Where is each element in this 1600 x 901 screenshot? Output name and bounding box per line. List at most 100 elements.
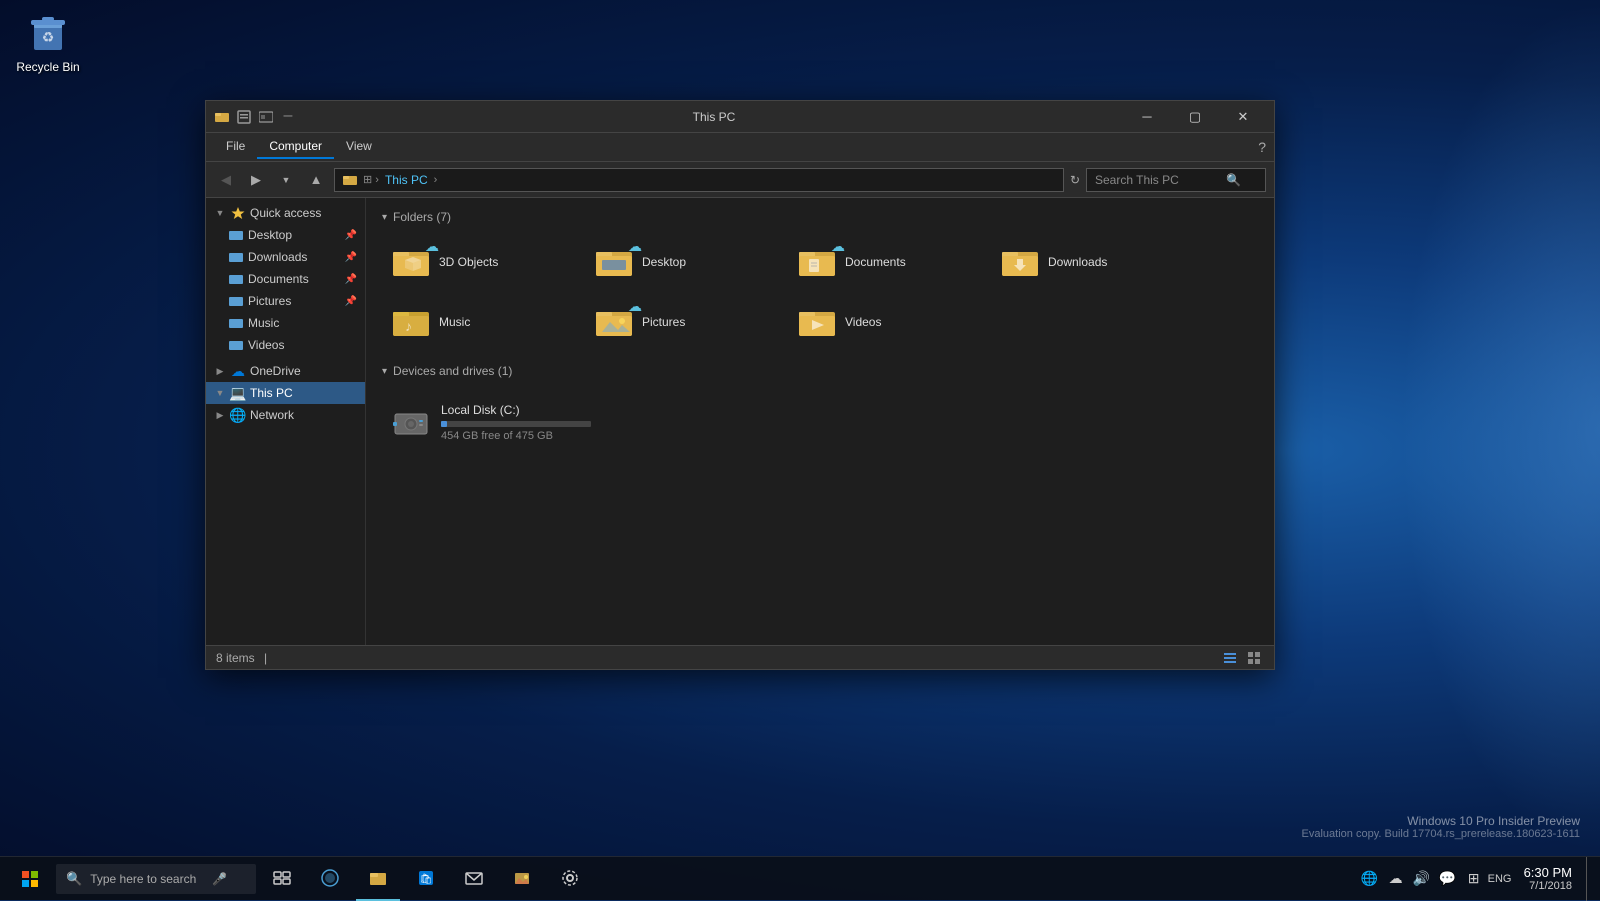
recycle-bin-label: Recycle Bin bbox=[16, 60, 79, 74]
tray-tablet-icon[interactable]: ⊞ bbox=[1464, 857, 1484, 901]
address-bar: ◀ ▶ ▼ ▲ ⊞ › This PC › ↻ Search This PC 🔍 bbox=[206, 162, 1274, 198]
downloads-folder-svg bbox=[1000, 242, 1040, 282]
taskbar-settings-button[interactable] bbox=[548, 857, 592, 901]
tiles-view-icon bbox=[1247, 651, 1261, 665]
folder-desktop-label: Desktop bbox=[642, 255, 686, 269]
quick-access-expand-icon: ▼ bbox=[214, 207, 226, 219]
taskbar-search[interactable]: 🔍 Type here to search 🎤 bbox=[56, 864, 256, 894]
tab-computer[interactable]: Computer bbox=[257, 135, 334, 159]
items-count-label: 8 items bbox=[216, 651, 255, 665]
details-view-icon bbox=[1223, 651, 1237, 665]
sidebar-pictures-label: Pictures bbox=[248, 294, 291, 308]
drive-c-name: Local Disk (C:) bbox=[441, 403, 593, 417]
clock-time: 6:30 PM bbox=[1524, 865, 1572, 880]
folder-item-downloads[interactable]: Downloads bbox=[991, 236, 1186, 288]
window-controls: ─ ▢ ✕ bbox=[1124, 101, 1266, 133]
tab-view[interactable]: View bbox=[334, 135, 384, 159]
recycle-bin-desktop-icon[interactable]: ♻ Recycle Bin bbox=[8, 8, 88, 74]
start-button[interactable] bbox=[8, 857, 52, 901]
folder-item-pictures[interactable]: ☁ Pictures bbox=[585, 296, 780, 348]
sidebar-videos-label: Videos bbox=[248, 338, 284, 352]
address-input[interactable]: ⊞ › This PC › bbox=[334, 168, 1064, 192]
music-folder-svg: ♪ bbox=[391, 302, 431, 342]
sidebar-item-desktop[interactable]: Desktop 📌 bbox=[206, 224, 365, 246]
sidebar-desktop-label: Desktop bbox=[248, 228, 292, 242]
back-button[interactable]: ◀ bbox=[214, 168, 238, 192]
search-box[interactable]: Search This PC 🔍 bbox=[1086, 168, 1266, 192]
sidebar-item-this-pc[interactable]: ▼ 💻 This PC bbox=[206, 382, 365, 404]
drives-grid: Local Disk (C:) 454 GB free of 475 GB bbox=[382, 390, 1258, 454]
tray-language-icon[interactable]: ENG bbox=[1490, 857, 1510, 901]
folder-item-documents[interactable]: ☁ Documents bbox=[788, 236, 983, 288]
tiles-view-button[interactable] bbox=[1244, 649, 1264, 667]
sidebar-onedrive-label: OneDrive bbox=[250, 364, 301, 378]
task-view-button[interactable] bbox=[260, 857, 304, 901]
sidebar-item-documents[interactable]: Documents 📌 bbox=[206, 268, 365, 290]
sidebar-item-downloads[interactable]: Downloads 📌 bbox=[206, 246, 365, 268]
drive-c-svg bbox=[391, 402, 431, 442]
drive-item-c[interactable]: Local Disk (C:) 454 GB free of 475 GB bbox=[382, 390, 602, 454]
taskbar-photos-button[interactable] bbox=[500, 857, 544, 901]
sidebar-documents-label: Documents bbox=[248, 272, 309, 286]
desktop-cloud-badge: ☁ bbox=[628, 238, 642, 255]
maximize-button[interactable]: ▢ bbox=[1172, 101, 1218, 133]
devices-section-header[interactable]: ▾ Devices and drives (1) bbox=[382, 364, 1258, 378]
help-icon[interactable]: ? bbox=[1258, 139, 1266, 155]
address-nav-arrow: ⊞ › bbox=[363, 173, 379, 186]
svg-text:🛍: 🛍 bbox=[420, 873, 433, 885]
sidebar-item-videos[interactable]: Videos bbox=[206, 334, 365, 356]
refresh-button[interactable]: ↻ bbox=[1070, 173, 1080, 187]
documents-icon-wrap: ☁ bbox=[797, 242, 837, 282]
search-placeholder: Search This PC bbox=[1095, 173, 1179, 187]
tray-action-center-icon[interactable]: 💬 bbox=[1438, 857, 1458, 901]
tray-network-icon[interactable]: 🌐 bbox=[1360, 857, 1380, 901]
drive-c-icon bbox=[391, 402, 431, 442]
pictures-folder-icon bbox=[228, 293, 244, 309]
onedrive-expand-icon: ▶ bbox=[214, 365, 226, 377]
forward-button[interactable]: ▶ bbox=[244, 168, 268, 192]
tray-audio-icon[interactable]: 🔊 bbox=[1412, 857, 1432, 901]
folders-grid: ☁ 3D Objects ☁ Deskto bbox=[382, 236, 1258, 348]
up-button[interactable]: ▲ bbox=[304, 168, 328, 192]
folder-item-3d-objects[interactable]: ☁ 3D Objects bbox=[382, 236, 577, 288]
taskbar-mail-button[interactable] bbox=[452, 857, 496, 901]
sidebar-item-onedrive[interactable]: ▶ ☁ OneDrive bbox=[206, 360, 365, 382]
drive-c-space: 454 GB free of 475 GB bbox=[441, 430, 593, 442]
minimize-button[interactable]: ─ bbox=[1124, 101, 1170, 133]
folder-documents-label: Documents bbox=[845, 255, 906, 269]
folder-music-label: Music bbox=[439, 315, 470, 329]
details-view-button[interactable] bbox=[1220, 649, 1240, 667]
taskbar-mic-icon: 🎤 bbox=[212, 872, 227, 886]
tray-clock[interactable]: 6:30 PM 7/1/2018 bbox=[1516, 865, 1580, 892]
tray-onedrive-icon[interactable]: ☁ bbox=[1386, 857, 1406, 901]
content-area: ▼ Quick access Desktop 📌 Downloads � bbox=[206, 198, 1274, 645]
taskbar-fileexplorer-button[interactable] bbox=[356, 857, 400, 901]
title-bar-icon2 bbox=[236, 109, 252, 125]
folder-item-videos[interactable]: Videos bbox=[788, 296, 983, 348]
folder-item-music[interactable]: ♪ Music bbox=[382, 296, 577, 348]
pictures-icon-wrap: ☁ bbox=[594, 302, 634, 342]
file-explorer-taskbar-icon bbox=[369, 869, 387, 887]
nav-dropdown-button[interactable]: ▼ bbox=[274, 168, 298, 192]
network-icon: 🌐 bbox=[230, 407, 246, 423]
settings-taskbar-icon bbox=[561, 869, 579, 887]
folder-item-desktop[interactable]: ☁ Desktop bbox=[585, 236, 780, 288]
close-button[interactable]: ✕ bbox=[1220, 101, 1266, 133]
title-bar-folder-icon bbox=[214, 109, 230, 125]
address-folder-icon bbox=[343, 173, 357, 187]
show-desktop-button[interactable] bbox=[1586, 857, 1592, 901]
sidebar-item-quick-access[interactable]: ▼ Quick access bbox=[206, 202, 365, 224]
sidebar-item-network[interactable]: ▶ 🌐 Network bbox=[206, 404, 365, 426]
address-this-pc[interactable]: This PC bbox=[385, 173, 428, 187]
sidebar-item-pictures[interactable]: Pictures 📌 bbox=[206, 290, 365, 312]
folders-section-header[interactable]: ▾ Folders (7) bbox=[382, 210, 1258, 224]
videos-folder-icon bbox=[228, 337, 244, 353]
sidebar-downloads-label: Downloads bbox=[248, 250, 307, 264]
system-tray: 🌐 ☁ 🔊 💬 ⊞ ENG 6:30 PM 7/1/2018 bbox=[1360, 857, 1592, 901]
sidebar-item-music[interactable]: Music bbox=[206, 312, 365, 334]
taskbar-cortana-button[interactable] bbox=[308, 857, 352, 901]
documents-cloud-badge: ☁ bbox=[831, 238, 845, 255]
tab-file[interactable]: File bbox=[214, 135, 257, 159]
title-bar-icon3 bbox=[258, 109, 274, 125]
taskbar-store-button[interactable]: 🛍 bbox=[404, 857, 448, 901]
